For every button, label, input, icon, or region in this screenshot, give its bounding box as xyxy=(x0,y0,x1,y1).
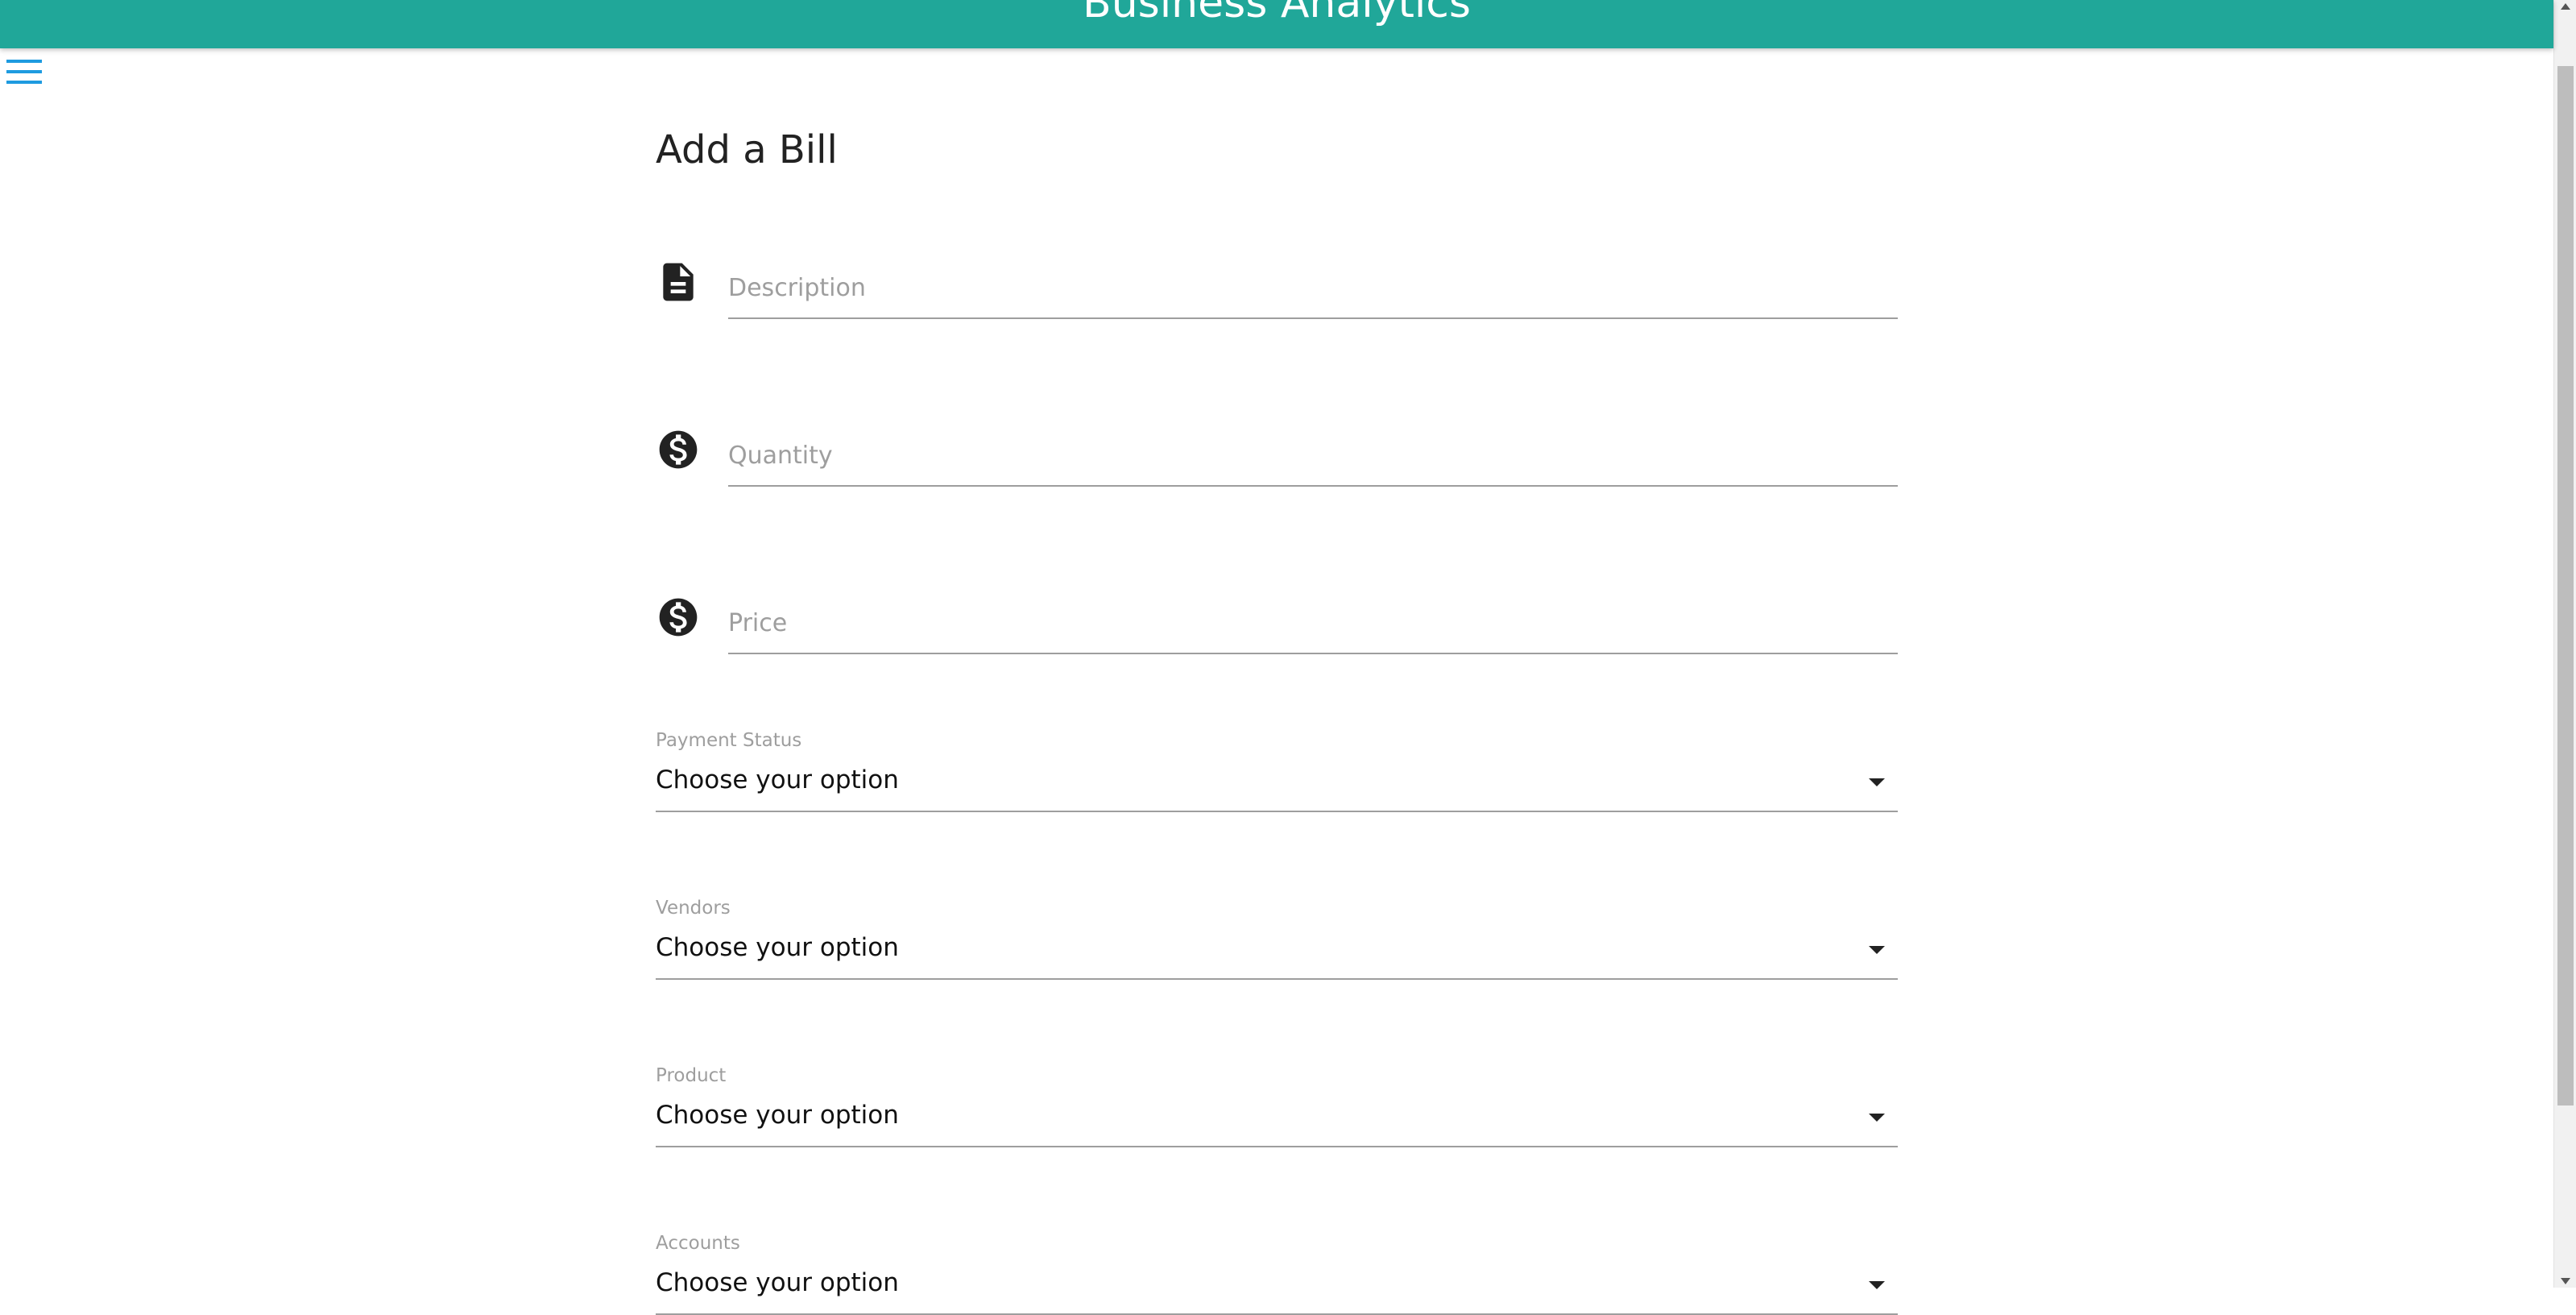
vendors-value: Choose your option xyxy=(656,933,899,962)
page-scrollbar[interactable] xyxy=(2553,0,2576,1288)
accounts-dropdown[interactable]: Choose your option xyxy=(656,1257,1898,1315)
payment-status-dropdown[interactable]: Choose your option xyxy=(656,754,1898,812)
payment-status-value: Choose your option xyxy=(656,765,899,794)
document-icon xyxy=(656,259,701,305)
caret-down-icon xyxy=(1869,946,1885,954)
page-title: Add a Bill xyxy=(656,127,838,172)
quantity-input[interactable] xyxy=(728,435,1898,475)
payment-status-label: Payment Status xyxy=(656,730,802,751)
product-value: Choose your option xyxy=(656,1101,899,1130)
product-dropdown[interactable]: Choose your option xyxy=(656,1089,1898,1147)
dollar-circle-icon xyxy=(656,595,701,640)
caret-down-icon xyxy=(1869,1114,1885,1122)
product-label: Product xyxy=(656,1065,727,1086)
description-input-wrap xyxy=(728,259,1898,319)
description-input[interactable] xyxy=(728,268,1898,308)
caret-down-icon xyxy=(1869,778,1885,786)
hamburger-menu-icon[interactable] xyxy=(6,58,43,85)
dollar-circle-icon xyxy=(656,427,701,472)
price-input-wrap xyxy=(728,595,1898,654)
scroll-down-icon[interactable] xyxy=(2561,1278,2570,1284)
caret-down-icon xyxy=(1869,1281,1885,1289)
accounts-value: Choose your option xyxy=(656,1268,899,1297)
quantity-input-wrap xyxy=(728,427,1898,487)
vendors-label: Vendors xyxy=(656,898,731,919)
price-input[interactable] xyxy=(728,603,1898,643)
scroll-up-icon[interactable] xyxy=(2561,3,2570,10)
app-header: Business Analytics xyxy=(0,0,2553,48)
vendors-dropdown[interactable]: Choose your option xyxy=(656,922,1898,980)
app-title: Business Analytics xyxy=(1083,0,1471,27)
scroll-thumb[interactable] xyxy=(2557,66,2574,1106)
accounts-label: Accounts xyxy=(656,1233,740,1254)
